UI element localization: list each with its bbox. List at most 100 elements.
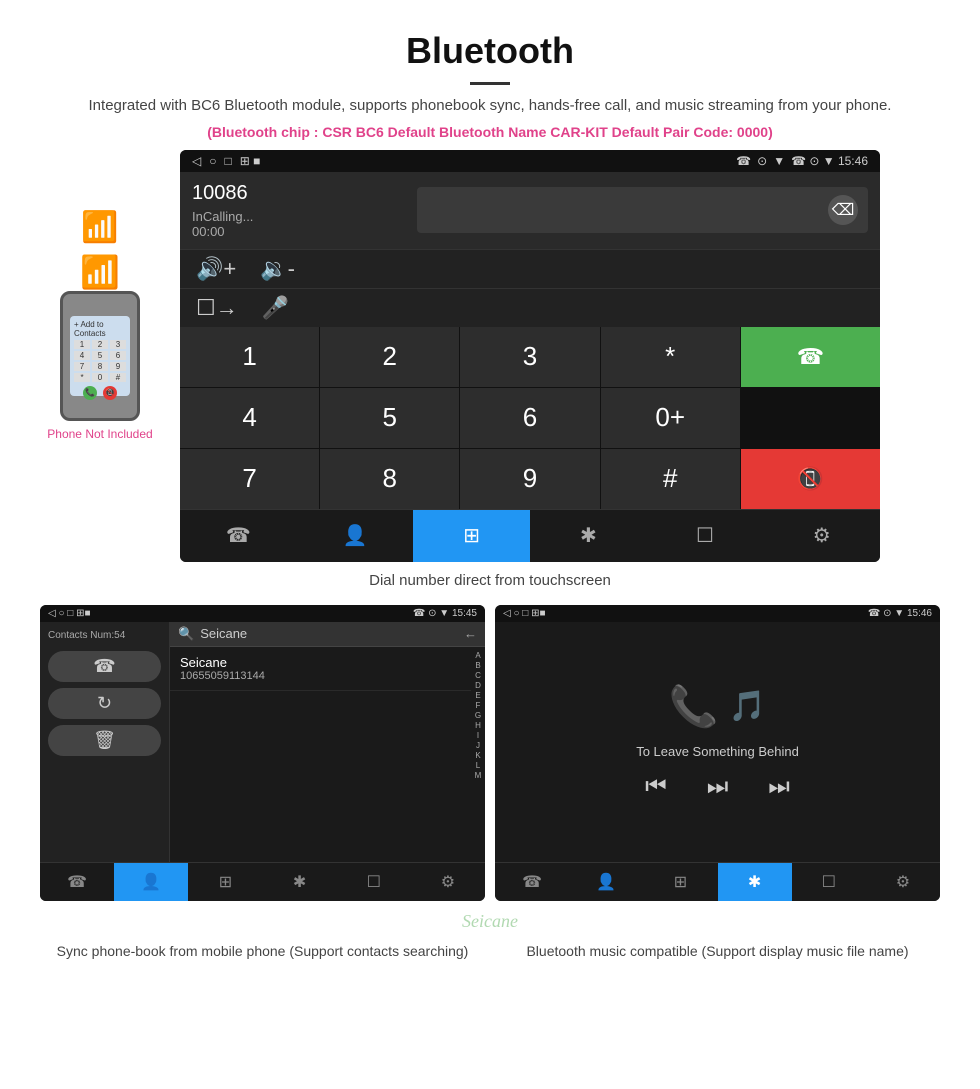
contact-item[interactable]: Seicane 10655059113144 [170,647,471,691]
key-7[interactable]: 7 [180,449,319,509]
end-call-button[interactable]: 📵 [741,449,880,509]
time-display: ☎ ⊙ ▼ 15:46 [791,154,868,168]
nav-bluetooth[interactable]: ✱ [530,510,647,562]
contacts-nav-settings[interactable]: ⚙ [411,863,485,901]
key-star[interactable]: * [601,327,740,387]
key-8[interactable]: 8 [320,449,459,509]
call-button[interactable]: ☎ [741,327,880,387]
contacts-nav-calls[interactable]: ☎ [40,863,114,901]
next-track-button[interactable]: ⏭ [768,773,790,801]
vol-down-icon[interactable]: 🔉- [260,256,295,282]
dial-calling-label: InCalling... [192,209,407,224]
music-screen: ◁ ○ □ ⊞■ ☎ ⊙ ▼ 15:46 📞 🎵 To Leave Someth… [495,605,940,901]
contact-list: Seicane 10655059113144 [170,647,471,862]
next-start-button[interactable]: ⏭ [707,773,729,801]
phone-image: + Add to Contacts 123 456 789 *0# 📞 📵 [60,291,140,421]
dial-screen: ◁ ○ □ ⊞ ■ ☎ ⊙ ▼ ☎ ⊙ ▼ 15:46 10086 InCall… [180,150,880,562]
backspace-icon: ⌫ [832,200,855,220]
phone-screen: + Add to Contacts 123 456 789 *0# 📞 📵 [70,316,130,396]
status-bar-left: ◁ ○ □ ⊞ ■ [192,154,260,168]
mic-icon[interactable]: 🎤 [262,295,289,321]
music-nav-contacts[interactable]: 👤 [569,863,643,901]
transfer-icon[interactable]: ☐→ [196,295,238,321]
bluetooth-icon: 📶 [80,253,120,291]
location-icon: ⊙ [757,154,767,168]
search-icon: 🔍 [178,626,194,642]
seicane-watermark: Seicane [0,911,980,932]
key-5[interactable]: 5 [320,388,459,448]
call-action-btn[interactable]: ☎ [48,651,161,682]
page-header: Bluetooth Integrated with BC6 Bluetooth … [0,0,980,150]
transfer-row: ☐→ 🎤 [180,288,880,327]
wifi-icon: ▼ [773,154,785,168]
contacts-right-panel: 🔍 Seicane ← Seicane 10655059113144 ABC D… [170,622,485,862]
prev-track-button[interactable]: ⏮ [645,773,667,801]
music-status-right: ☎ ⊙ ▼ 15:46 [868,608,932,619]
status-bar: ◁ ○ □ ⊞ ■ ☎ ⊙ ▼ ☎ ⊙ ▼ 15:46 [180,150,880,172]
contacts-nav-transfer[interactable]: ☐ [337,863,411,901]
home-icon: ○ [209,154,216,168]
nav-settings[interactable]: ⚙ [763,510,880,562]
music-nav-dialpad[interactable]: ⊞ [643,863,717,901]
recents-icon: □ [224,154,231,168]
nav-contacts[interactable]: 👤 [297,510,414,562]
contacts-status-bar: ◁ ○ □ ⊞■ ☎ ⊙ ▼ 15:45 [40,605,485,622]
main-section: 📶 📶 + Add to Contacts 123 456 789 *0# 📞 … [0,150,980,562]
dial-timer: 00:00 [192,224,407,239]
phone-status-icon: ☎ [736,154,751,168]
contacts-count: Contacts Num:54 [48,630,161,641]
dial-top-area: 10086 InCalling... 00:00 ⌫ [180,172,880,249]
dial-number: 10086 [192,182,407,205]
music-bottom-nav: ☎ 👤 ⊞ ✱ ☐ ⚙ [495,862,940,901]
backspace-button[interactable]: ⌫ [828,195,858,225]
contacts-body: Contacts Num:54 ☎ ↻ 🗑 🔍 Seicane ← Seican… [40,622,485,862]
main-caption: Dial number direct from touchscreen [0,572,980,589]
alpha-index: ABC DEF GHI JKL M [471,647,485,862]
nav-calls[interactable]: ☎ [180,510,297,562]
contact-name: Seicane [180,655,461,670]
key-4[interactable]: 4 [180,388,319,448]
page-title: Bluetooth [20,30,960,72]
header-description: Integrated with BC6 Bluetooth module, su… [20,95,960,118]
nav-transfer[interactable]: ☐ [647,510,764,562]
nav-dialpad[interactable]: ⊞ [413,510,530,562]
back-icon: ◁ [192,154,201,168]
music-status-left: ◁ ○ □ ⊞■ [503,608,546,619]
delete-action-btn[interactable]: 🗑 [48,725,161,756]
contacts-screen: ◁ ○ □ ⊞■ ☎ ⊙ ▼ 15:45 Contacts Num:54 ☎ ↻… [40,605,485,901]
dial-input-area[interactable]: ⌫ [417,187,868,233]
music-controls: ⏮ ⏭ ⏭ [645,773,790,801]
contacts-nav-bt[interactable]: ✱ [263,863,337,901]
contact-search-bar: 🔍 Seicane ← [170,622,485,647]
music-nav-calls[interactable]: ☎ [495,863,569,901]
bluetooth-waves-icon: 📶 [81,210,118,245]
contact-number: 10655059113144 [180,670,461,682]
music-note-icon: 🎵 [729,689,766,724]
music-nav-settings[interactable]: ⚙ [866,863,940,901]
key-0plus[interactable]: 0+ [601,388,740,448]
music-icon-area: 📞 🎵 [669,683,766,730]
key-9[interactable]: 9 [460,449,599,509]
key-2[interactable]: 2 [320,327,459,387]
title-divider [470,82,510,85]
phone-aside: 📶 📶 + Add to Contacts 123 456 789 *0# 📞 … [30,150,170,441]
phone-keypad: 123 456 789 *0# [74,340,126,382]
key-hash[interactable]: # [601,449,740,509]
contacts-nav-dialpad[interactable]: ⊞ [188,863,262,901]
contacts-nav-contacts[interactable]: 👤 [114,863,188,901]
contacts-status-left: ◁ ○ □ ⊞■ [48,608,91,619]
dial-info: 10086 InCalling... 00:00 [192,182,407,239]
keypad-grid: 1 2 3 * ☎ 4 5 6 0+ 7 8 9 # 📵 [180,327,880,509]
bottom-captions: Sync phone-book from mobile phone (Suppo… [0,936,980,982]
key-3[interactable]: 3 [460,327,599,387]
phone-action-row: 📞 📵 [83,386,117,400]
dial-bottom-nav: ☎ 👤 ⊞ ✱ ☐ ⚙ [180,509,880,562]
key-6[interactable]: 6 [460,388,599,448]
vol-up-icon[interactable]: 🔊+ [196,256,236,282]
phone-music-icon: 📞 [669,683,719,730]
key-1[interactable]: 1 [180,327,319,387]
contacts-status-right: ☎ ⊙ ▼ 15:45 [413,608,477,619]
sync-action-btn[interactable]: ↻ [48,688,161,719]
music-nav-transfer[interactable]: ☐ [792,863,866,901]
music-nav-bt[interactable]: ✱ [718,863,792,901]
